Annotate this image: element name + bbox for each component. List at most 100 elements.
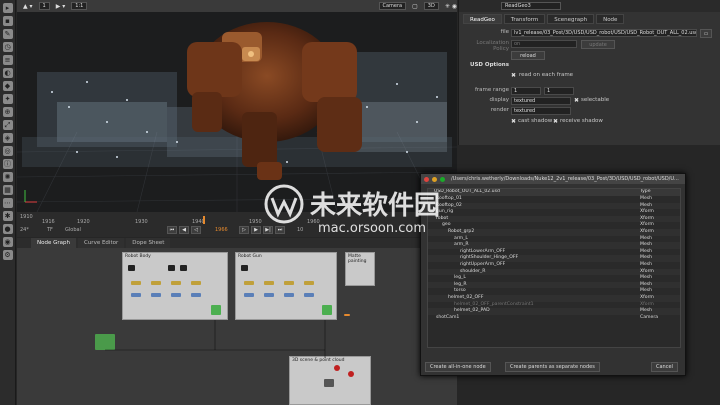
camera-select[interactable]: Camera	[378, 2, 407, 10]
tree-row-type: Mesh	[640, 275, 653, 281]
views-tool-icon[interactable]: ◎	[2, 146, 13, 156]
range-select[interactable]: Global	[65, 227, 81, 233]
furnace-tool-icon[interactable]: ✱	[2, 211, 13, 221]
fps-field[interactable]: 24*	[20, 227, 29, 233]
watermark-cn: 未来软件园	[310, 191, 440, 221]
plugin-tool-icon[interactable]: ◉	[2, 237, 13, 247]
viewer-toolbar: ▲ ▾ 1 ▶ ▾ 1:1 Camera ▢ 3D ✳ ◉	[17, 0, 457, 12]
localization-select[interactable]: on	[511, 40, 577, 48]
settings-tool-icon[interactable]: ⚙	[2, 250, 13, 260]
selectable-checkbox[interactable]: ✖	[574, 97, 579, 104]
header-type: Type	[640, 189, 651, 194]
receive-shadow-label: receive shadow	[560, 118, 603, 124]
prev-frame-button[interactable]: ◁	[191, 226, 201, 234]
display-select[interactable]: textured	[511, 97, 571, 105]
metadata-tool-icon[interactable]: ⓘ	[2, 159, 13, 169]
image-tool-icon[interactable]: ▪	[2, 16, 13, 26]
frame-field[interactable]: 1	[38, 2, 50, 10]
update-button[interactable]: update	[581, 40, 615, 49]
cast-shadow-checkbox[interactable]: ✖	[511, 118, 516, 125]
tab-transform[interactable]: Transform	[503, 14, 546, 24]
current-frame-field[interactable]: 1966	[215, 227, 228, 233]
prev-key-button[interactable]: ◀	[179, 226, 189, 234]
receive-shadow-checkbox[interactable]: ✖	[553, 118, 558, 125]
playhead[interactable]	[203, 216, 205, 224]
first-frame-button[interactable]: ⏮	[167, 226, 177, 234]
tree-row-name: arm_R	[454, 242, 469, 248]
merge-tool-icon[interactable]: ⊕	[2, 107, 13, 117]
reload-button[interactable]: reload	[511, 51, 545, 60]
filter-tool-icon[interactable]: ◆	[2, 81, 13, 91]
keyer-tool-icon[interactable]: ✦	[2, 94, 13, 104]
tree-header: USD_Robot_OUT_ALL_02.usd Type	[428, 189, 680, 196]
tree-row-name: rightShoulder_Hinge_OFF	[460, 255, 519, 261]
tree-row[interactable]: helmet_02_PAD Mesh	[428, 308, 680, 315]
play-icon[interactable]: ▶ ▾	[56, 3, 66, 10]
cast-shadow-label: cast shadow	[518, 118, 553, 124]
view-mode-select[interactable]: 3D	[423, 2, 439, 10]
tree-row-type: Camera	[640, 314, 659, 320]
properties-tabs: ReadGeo Transform Scenegraph Node	[459, 14, 720, 24]
tree-row[interactable]: arm_R Mesh	[428, 242, 680, 249]
tree-row-type: Mesh	[640, 255, 653, 261]
tree-row[interactable]: Rooftop_01 Mesh	[428, 196, 680, 203]
tree-row-name: helmet_02_OFF	[448, 295, 484, 300]
usd-options-label: USD Options	[469, 62, 509, 68]
camera-lock-icon[interactable]: ▢	[412, 3, 418, 10]
draw-tool-icon[interactable]: ✎	[2, 29, 13, 39]
tf-select[interactable]: TF	[47, 227, 53, 233]
timeline-tick: 1950	[249, 219, 262, 225]
tree-row-type: Xform	[640, 222, 654, 228]
rgb-icon[interactable]: ▲ ▾	[23, 3, 33, 10]
frame-end-field[interactable]: 1	[544, 87, 574, 95]
toolsets-tool-icon[interactable]: ▦	[2, 185, 13, 195]
play-button[interactable]: ▶	[251, 226, 261, 234]
tree-row-type: Mesh	[640, 262, 653, 267]
node-name-field[interactable]: ReadGeo3	[501, 2, 561, 10]
tree-row[interactable]: Robot_grp2 Xform	[428, 229, 680, 236]
color-tool-icon[interactable]: ◐	[2, 68, 13, 78]
timeline-tick: 1910	[20, 214, 33, 220]
tree-row[interactable]: torso Mesh	[428, 288, 680, 295]
pointer-tool-icon[interactable]: ▸	[2, 3, 13, 13]
next-frame-button[interactable]: ▷	[239, 226, 249, 234]
tree-row[interactable]: gun_rig Xform	[428, 209, 680, 216]
scenegraph-tree[interactable]: USD_Robot_OUT_ALL_02.usd Type Rooftop_01…	[427, 188, 681, 348]
read-each-frame-checkbox[interactable]: ✖	[511, 72, 516, 79]
tree-row[interactable]: rightShoulder_Hinge_OFF Mesh	[428, 255, 680, 262]
tab-node[interactable]: Node	[596, 14, 625, 24]
tree-row-type: Mesh	[640, 242, 653, 248]
render-label: render	[490, 107, 509, 113]
particles-tool-icon[interactable]: ✺	[2, 172, 13, 182]
tree-row-name: torso	[454, 288, 466, 294]
display-label: display	[489, 97, 509, 103]
tree-row[interactable]: helmet_02_OFF Xform	[428, 295, 680, 302]
tree-row[interactable]: rightUpperArm_OFF Mesh	[428, 262, 680, 269]
tab-scenegraph[interactable]: Scenegraph	[547, 14, 595, 24]
transform-tool-icon[interactable]: ⤢	[2, 120, 13, 130]
cancel-button[interactable]: Cancel	[651, 362, 678, 372]
create-separate-nodes-button[interactable]: Create parents as separate nodes	[505, 362, 600, 372]
watermark-logo: 未来软件园 mac.orsoon.com	[264, 184, 440, 236]
other-tool-icon[interactable]: ⋯	[2, 198, 13, 208]
render-select[interactable]: textured	[511, 107, 571, 115]
dialog-path: /Users/chris.wetherly/Downloads/Nuke12_2…	[451, 176, 679, 182]
folder-icon[interactable]: ▭	[700, 29, 712, 38]
tree-row[interactable]: shotCam1 Camera	[428, 315, 680, 322]
channel-tool-icon[interactable]: ≡	[2, 55, 13, 65]
view-options-icon[interactable]: ✳ ◉	[445, 3, 457, 10]
zoom-field[interactable]: 1:1	[71, 2, 88, 10]
file-field[interactable]: lv1_release/03_Post/3D/USD/USD_robot/USD…	[511, 29, 697, 37]
tree-row-name: leg_L	[454, 275, 466, 281]
tab-readgeo[interactable]: ReadGeo	[463, 14, 502, 24]
watermark-url: mac.orsoon.com	[318, 221, 426, 236]
time-tool-icon[interactable]: ◷	[2, 42, 13, 52]
create-all-in-one-button[interactable]: Create all-in-one node	[425, 362, 491, 372]
tree-row[interactable]: geo Xform	[428, 222, 680, 229]
cara-tool-icon[interactable]: ●	[2, 224, 13, 234]
frame-start-field[interactable]: 1	[511, 87, 541, 95]
tree-row-type: Xform	[640, 229, 654, 234]
3d-tool-icon[interactable]: ◈	[2, 133, 13, 143]
tree-row[interactable]: leg_L Mesh	[428, 275, 680, 282]
left-toolbar: ▸ ▪ ✎ ◷ ≡ ◐ ◆ ✦ ⊕ ⤢ ◈ ◎ ⓘ ✺ ▦ ⋯ ✱ ● ◉ ⚙	[0, 0, 16, 405]
